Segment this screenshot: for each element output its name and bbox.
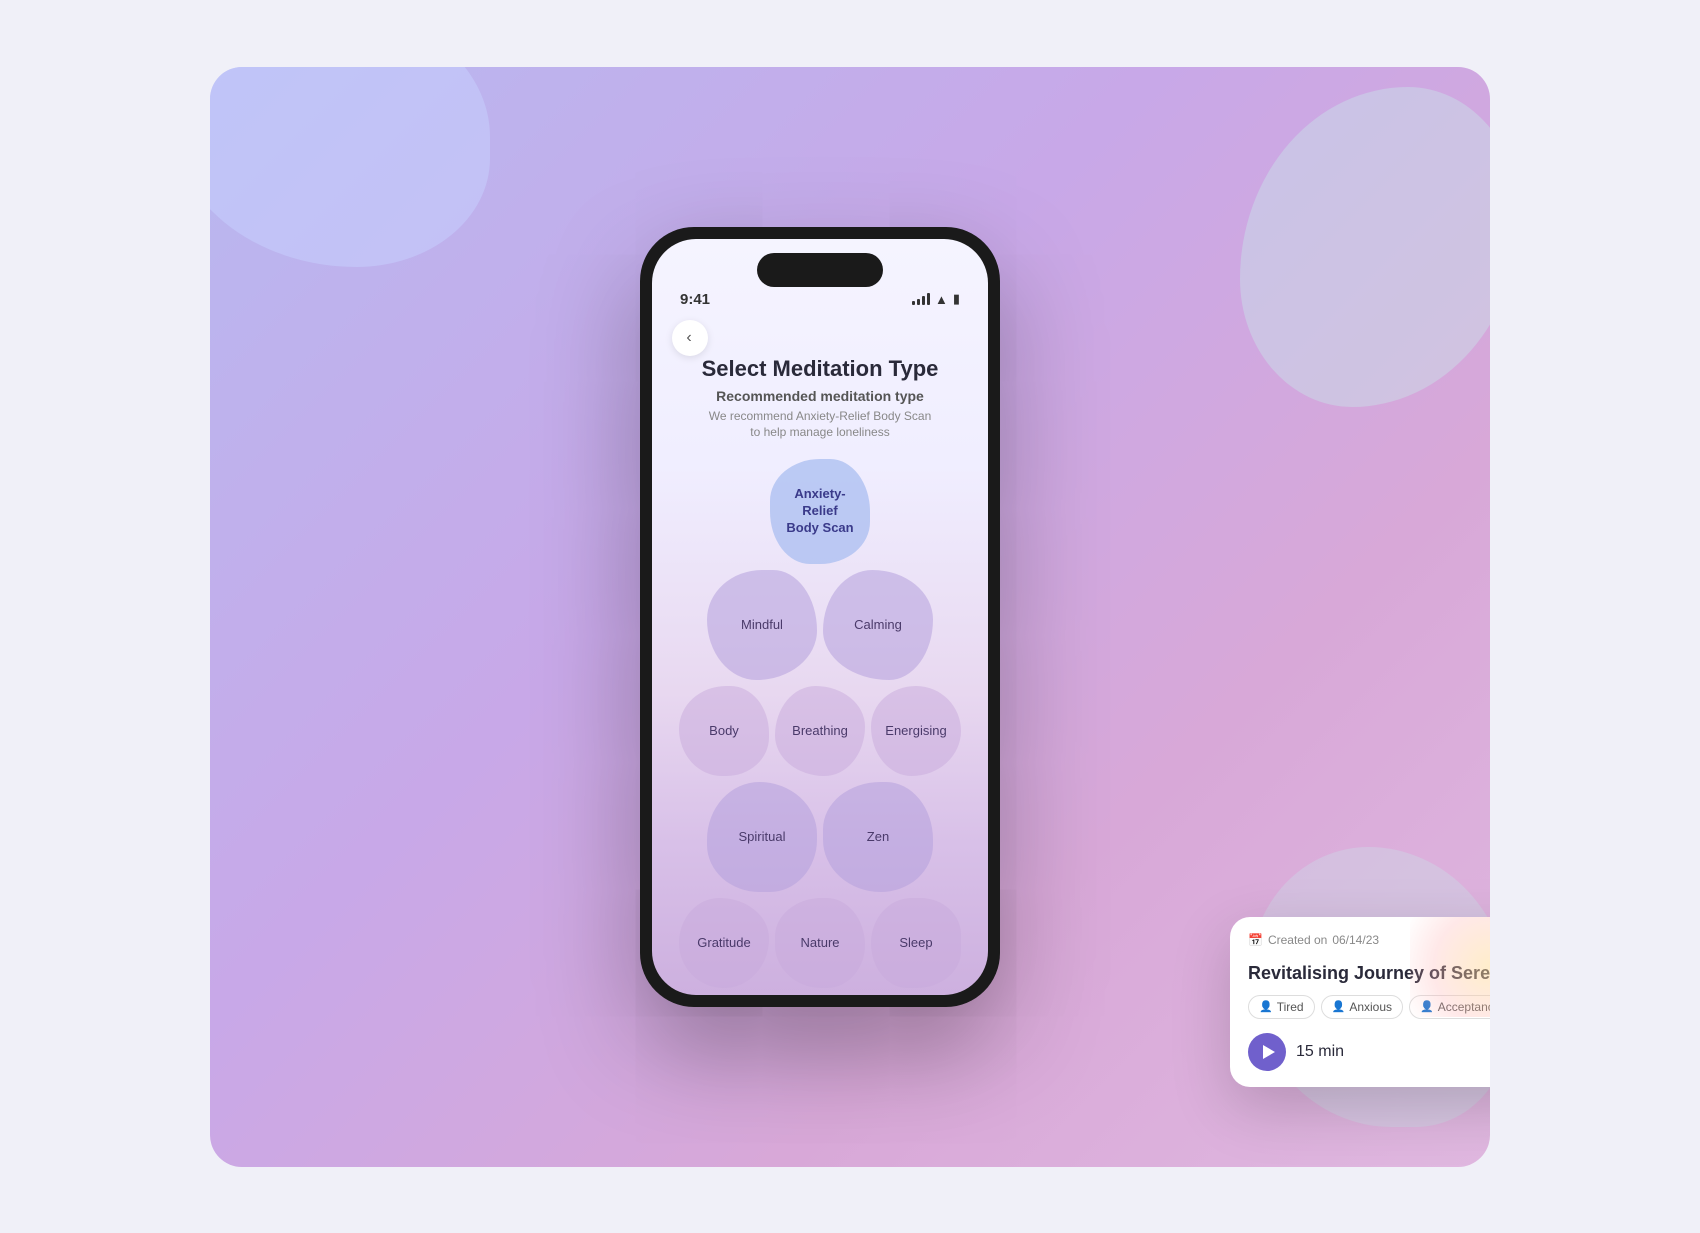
meditation-type-gratitude[interactable]: Gratitude bbox=[679, 898, 769, 988]
card-date: 📅 Created on 06/14/23 bbox=[1248, 933, 1379, 947]
status-bar: 9:41 ▲ ▮ bbox=[652, 287, 988, 308]
meditation-type-zen[interactable]: Zen bbox=[823, 782, 933, 892]
calendar-icon: 📅 bbox=[1248, 933, 1263, 947]
meditation-type-breathing[interactable]: Breathing bbox=[775, 686, 865, 776]
person-icon-anxious: 👤 bbox=[1332, 1000, 1346, 1013]
card-header: 📅 Created on 06/14/23 × bbox=[1248, 933, 1490, 957]
person-icon-acceptance: 👤 bbox=[1420, 1000, 1434, 1013]
tag-tired: 👤 Tired bbox=[1248, 995, 1315, 1019]
card-created-date: 06/14/23 bbox=[1332, 933, 1379, 947]
meditation-row-3: Body Breathing Energising bbox=[679, 686, 961, 776]
status-time: 9:41 bbox=[680, 291, 710, 308]
tag-tired-label: Tired bbox=[1277, 1000, 1304, 1014]
phone-frame: 9:41 ▲ ▮ ‹ Select Meditation bbox=[640, 227, 1000, 1007]
phone-screen: 9:41 ▲ ▮ ‹ Select Meditation bbox=[652, 239, 988, 995]
main-container: 9:41 ▲ ▮ ‹ Select Meditation bbox=[210, 67, 1490, 1167]
meditation-row-1: Anxiety-ReliefBody Scan bbox=[770, 459, 870, 564]
meditation-type-nature[interactable]: Nature bbox=[775, 898, 865, 988]
tag-acceptance-label: Acceptance bbox=[1438, 1000, 1490, 1014]
tag-acceptance: 👤 Acceptance bbox=[1409, 995, 1490, 1019]
status-icons: ▲ ▮ bbox=[912, 291, 960, 307]
signal-icon bbox=[912, 293, 930, 305]
tag-anxious-label: Anxious bbox=[1349, 1000, 1392, 1014]
bg-blob-top-right bbox=[1240, 87, 1490, 407]
meditation-row-2: Mindful Calming bbox=[707, 570, 933, 680]
meditation-row-5: Gratitude Nature Sleep bbox=[679, 898, 961, 988]
card-created-label: Created on bbox=[1268, 933, 1327, 947]
card-tags: 👤 Tired 👤 Anxious 👤 Acceptance bbox=[1248, 995, 1490, 1019]
screen-content: Select Meditation Type Recommended medit… bbox=[652, 356, 988, 995]
battery-icon: ▮ bbox=[953, 291, 960, 307]
meditation-type-anxiety-relief[interactable]: Anxiety-ReliefBody Scan bbox=[770, 459, 870, 564]
play-button[interactable] bbox=[1248, 1033, 1286, 1071]
person-icon-tired: 👤 bbox=[1259, 1000, 1273, 1013]
dynamic-island bbox=[757, 253, 883, 287]
back-button[interactable]: ‹ bbox=[672, 320, 708, 356]
play-area: 15 min bbox=[1248, 1033, 1344, 1071]
card-title: Revitalising Journey of Serenity bbox=[1248, 963, 1490, 985]
wifi-icon: ▲ bbox=[935, 292, 948, 307]
recommended-desc: We recommend Anxiety-Relief Body Scanto … bbox=[709, 408, 932, 442]
chevron-left-icon: ‹ bbox=[686, 329, 691, 347]
card-footer: 15 min 📋 bbox=[1248, 1033, 1490, 1071]
meditation-row-4: Spiritual Zen bbox=[707, 782, 933, 892]
meditation-type-mindful[interactable]: Mindful bbox=[707, 570, 817, 680]
session-duration: 15 min bbox=[1296, 1043, 1344, 1061]
play-icon bbox=[1263, 1045, 1275, 1059]
meditation-type-calming[interactable]: Calming bbox=[823, 570, 933, 680]
meditation-type-spiritual[interactable]: Spiritual bbox=[707, 782, 817, 892]
meditation-type-body[interactable]: Body bbox=[679, 686, 769, 776]
meditation-type-energising[interactable]: Energising bbox=[871, 686, 961, 776]
session-card: 📅 Created on 06/14/23 × Revitalising Jou… bbox=[1230, 917, 1490, 1087]
meditation-type-sleep[interactable]: Sleep bbox=[871, 898, 961, 988]
tag-anxious: 👤 Anxious bbox=[1321, 995, 1403, 1019]
screen-title: Select Meditation Type bbox=[702, 356, 939, 382]
bg-blob-top-left bbox=[210, 67, 490, 267]
recommended-label: Recommended meditation type bbox=[716, 388, 924, 404]
